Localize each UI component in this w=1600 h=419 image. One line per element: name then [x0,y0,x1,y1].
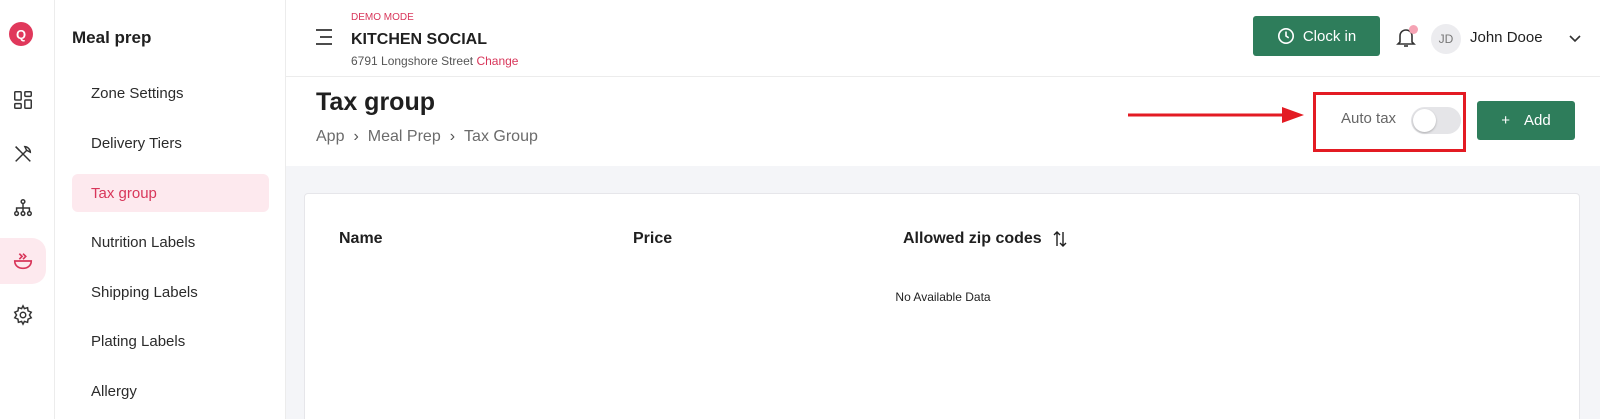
top-header: DEMO MODE KITCHEN SOCIAL 6791 Longshore … [286,0,1600,77]
org-chart-icon[interactable] [0,185,46,231]
breadcrumb-meal-prep[interactable]: Meal Prep [368,128,441,146]
logo-icon[interactable]: Q [9,22,33,46]
logo-letter: Q [15,26,27,42]
utensils-icon[interactable] [0,131,46,177]
store-name: KITCHEN SOCIAL [351,31,487,48]
sidebar-item-allergy[interactable]: Allergy [72,372,269,410]
annotation-arrow-icon [1128,107,1304,123]
gear-icon[interactable] [0,292,46,338]
clock-icon [1277,27,1294,45]
sidebar-item-label: Allergy [91,382,137,400]
toggle-knob [1413,109,1436,132]
sidebar-title: Meal prep [72,28,152,47]
column-header-name[interactable]: Name [339,230,383,248]
add-button[interactable]: + Add [1477,101,1575,140]
menu-icon[interactable] [313,28,335,46]
notification-bell-icon[interactable] [1394,25,1418,49]
page-header: Tax group App › Meal Prep › Tax Group Au… [286,77,1600,166]
content-area: Name Price Allowed zip codes No Availabl… [286,166,1600,419]
app-root: Q Meal prep Zone Settings Delivery Tiers… [0,0,1600,419]
store-address: 6791 Longshore Street Change [351,54,518,68]
user-name[interactable]: John Dooe [1470,29,1543,46]
breadcrumb: App › Meal Prep › Tax Group [316,128,538,146]
sidebar: Meal prep Zone Settings Delivery Tiers T… [55,0,286,419]
demo-mode-label: DEMO MODE [351,12,414,23]
column-header-allowed-zip-codes[interactable]: Allowed zip codes [903,230,1068,248]
sidebar-item-label: Tax group [91,184,157,202]
auto-tax-toggle[interactable] [1411,107,1461,134]
page-title: Tax group [316,88,435,116]
sidebar-item-delivery-tiers[interactable]: Delivery Tiers [72,124,269,162]
sidebar-item-label: Shipping Labels [91,283,198,301]
clock-in-label: Clock in [1302,27,1357,45]
sidebar-item-nutrition-labels[interactable]: Nutrition Labels [72,223,269,261]
change-store-link[interactable]: Change [476,54,518,68]
notification-dot [1409,25,1418,34]
chevron-right-icon: › [449,128,456,145]
dashboard-icon[interactable] [0,77,46,123]
chevron-right-icon: › [353,128,359,145]
sidebar-item-tax-group[interactable]: Tax group [72,174,269,212]
icon-rail: Q [0,0,55,419]
column-header-price[interactable]: Price [633,230,672,248]
sidebar-item-plating-labels[interactable]: Plating Labels [72,322,269,360]
chevron-down-icon[interactable] [1568,31,1582,45]
sidebar-item-label: Plating Labels [91,332,186,350]
breadcrumb-tax-group: Tax Group [464,128,538,145]
column-header-label: Allowed zip codes [903,230,1042,248]
sidebar-item-label: Delivery Tiers [91,134,182,152]
auto-tax-label: Auto tax [1341,110,1397,127]
tax-group-table: Name Price Allowed zip codes No Availabl… [304,193,1580,419]
breadcrumb-app[interactable]: App [316,128,344,146]
address-text: 6791 Longshore Street [351,54,474,68]
add-label: Add [1524,112,1551,129]
sort-icon[interactable] [1052,230,1068,248]
sidebar-item-zone-settings[interactable]: Zone Settings [72,74,269,112]
sidebar-item-label: Zone Settings [91,84,184,102]
sidebar-item-shipping-labels[interactable]: Shipping Labels [72,273,269,311]
sidebar-item-label: Nutrition Labels [91,233,196,251]
clock-in-button[interactable]: Clock in [1253,16,1380,56]
meal-bowl-icon[interactable] [0,238,46,284]
avatar[interactable]: JD [1431,24,1461,54]
empty-state-text: No Available Data [895,290,991,304]
plus-icon: + [1501,112,1511,129]
